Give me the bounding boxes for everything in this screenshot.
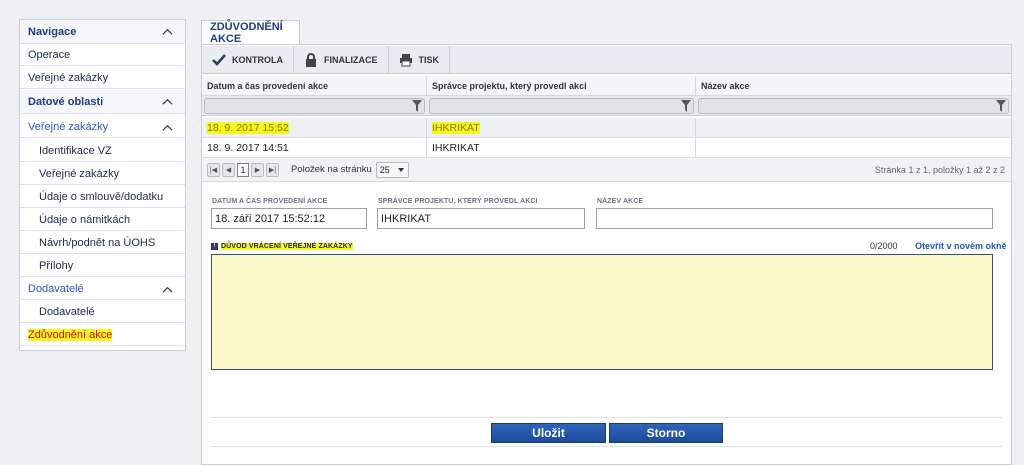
sidebar-item[interactable]: Veřejné zakázky (20, 116, 185, 138)
sidebar-item[interactable]: Údaje o námitkách (20, 209, 185, 231)
sidebar-item-label: Identifikace VZ (39, 144, 112, 157)
chevron-up-icon[interactable] (162, 284, 173, 295)
sidebar-item-label: Dodavatelé (28, 282, 84, 295)
filter-input-nazev[interactable] (698, 98, 1009, 114)
toolbar: KONTROLA FINALIZACE TISK (202, 46, 1011, 74)
sidebar-item[interactable]: Identifikace VZ (20, 140, 185, 162)
sidebar-item-label: Údaje o námitkách (39, 213, 131, 226)
divider (211, 417, 1003, 418)
nazev-label: NÁZEV AKCE (597, 198, 644, 205)
finalizace-label: FINALIZACE (324, 55, 378, 65)
sidebar-item-label: Údaje o smlouvě/dodatku (39, 190, 164, 203)
duvod-textarea[interactable] (211, 254, 993, 370)
cell-datum: 18. 9. 2017 15:52 (202, 118, 427, 138)
sidebar-item[interactable]: Údaje o smlouvě/dodatku (20, 186, 185, 208)
finalizace-button[interactable]: FINALIZACE (294, 46, 389, 74)
spravce-label: SPRÁVCE PROJEKTU, KTERÝ PROVEDL AKCI (378, 198, 538, 205)
chevron-down-icon (397, 167, 404, 172)
pager: |◀ ◀ 1 ▶ ▶| Položek na stránku 25 Stránk… (202, 158, 1011, 182)
sidebar-item[interactable]: Veřejné zakázky (20, 163, 185, 185)
filter-cell-nazev (696, 96, 1011, 116)
chevron-up-icon[interactable] (162, 122, 173, 133)
sidebar-item-label: Dodavatelé (39, 305, 95, 318)
next-page-button[interactable]: ▶ (251, 162, 264, 177)
column-header-datum[interactable]: Datum a čas provedení akce (202, 76, 427, 96)
sidebar-item-label: Veřejné zakázky (28, 120, 109, 133)
duvod-label: DŮVOD VRÁCENÍ VEŘEJNÉ ZAKÁZKY (221, 243, 353, 250)
sidebar-item-label: Navigace (28, 25, 77, 38)
nazev-field[interactable] (596, 208, 993, 229)
table-row[interactable]: 18. 9. 2017 15:52 IHKRIKAT (202, 118, 1011, 138)
sidebar-item[interactable]: Datové oblasti (20, 90, 185, 114)
printer-icon (399, 54, 412, 67)
sidebar-item-label: Zdůvodnění akce (28, 328, 113, 341)
sidebar-item[interactable]: Přílohy (20, 255, 185, 277)
kontrola-button[interactable]: KONTROLA (202, 46, 294, 74)
tab-zduvodneni-akce[interactable]: ZDŮVODNĚNÍ AKCE (201, 20, 300, 45)
char-counter: 0/2000 (870, 241, 898, 251)
pager-summary: Stránka 1 z 1, položky 1 až 2 z 2 (874, 164, 1005, 175)
filter-input-spravce[interactable] (429, 98, 694, 114)
page-number-input[interactable]: 1 (237, 162, 249, 177)
sidebar-item-label: Veřejné zakázky (39, 167, 120, 180)
filter-icon[interactable] (681, 100, 691, 112)
sidebar-item[interactable]: Dodavatelé (20, 278, 185, 300)
cell-nazev (696, 138, 1011, 158)
sidebar-item[interactable]: Operace (20, 44, 185, 66)
sidebar-item-label: Veřejné zakázky (28, 71, 109, 84)
cell-nazev (696, 118, 1011, 138)
filter-cell-spravce (427, 96, 696, 116)
first-page-button[interactable]: |◀ (207, 162, 220, 177)
required-icon: ! (211, 243, 218, 250)
duvod-label-wrap: ! DŮVOD VRÁCENÍ VEŘEJNÉ ZAKÁZKY (211, 243, 353, 250)
column-header-nazev[interactable]: Název akce (696, 76, 1011, 96)
filter-icon[interactable] (996, 100, 1006, 112)
filter-cell-datum (202, 96, 427, 116)
divider (211, 446, 1003, 447)
per-page-label: Položek na stránku (291, 164, 372, 175)
tisk-button[interactable]: TISK (389, 46, 451, 74)
chevron-up-icon[interactable] (162, 26, 173, 37)
open-new-window-link[interactable]: Otevřít v novém okně (915, 241, 1007, 251)
sidebar-item-label: Datové oblasti (28, 95, 104, 108)
per-page-select[interactable]: 25 (375, 161, 409, 178)
save-button[interactable]: Uložit (491, 423, 606, 443)
filter-input-datum[interactable] (204, 98, 425, 114)
table-row[interactable]: 18. 9. 2017 14:51 IHKRIKAT (202, 138, 1011, 158)
tisk-label: TISK (418, 55, 440, 65)
sidebar-navigation: Navigace Operace Veřejné zakázky Datové obl… (19, 19, 186, 351)
sidebar-item[interactable]: Veřejné zakázky (20, 67, 185, 89)
cell-spravce: IHKRIKAT (427, 138, 696, 158)
sidebar-item[interactable]: Dodavatelé (20, 301, 185, 323)
cancel-button[interactable]: Storno (609, 423, 723, 443)
last-page-button[interactable]: ▶| (266, 162, 279, 177)
sidebar-item[interactable]: Návrh/podnět na ÚOHS (20, 232, 185, 254)
sidebar-item-label: Návrh/podnět na ÚOHS (39, 236, 156, 249)
sidebar-item-label: Přílohy (39, 259, 74, 272)
kontrola-label: KONTROLA (232, 55, 283, 65)
spravce-field[interactable]: IHKRIKAT (377, 208, 585, 229)
cell-spravce: IHKRIKAT (427, 118, 696, 138)
chevron-up-icon[interactable] (162, 96, 173, 107)
datum-label: DATUM A ČAS PROVEDENÍ AKCE (212, 198, 328, 205)
lock-icon (306, 53, 316, 67)
sidebar-item[interactable]: Zdůvodnění akce (20, 324, 185, 346)
datum-field[interactable]: 18. září 2017 15:52:12 (211, 208, 367, 229)
checkmark-icon (212, 54, 226, 66)
prev-page-button[interactable]: ◀ (222, 162, 235, 177)
column-header-spravce[interactable]: Správce projektu, který provedl akci (427, 76, 696, 96)
sidebar-item-label: Operace (28, 48, 71, 61)
filter-icon[interactable] (412, 100, 422, 112)
sidebar-item[interactable]: Navigace (20, 20, 185, 44)
cell-datum: 18. 9. 2017 14:51 (202, 138, 427, 158)
